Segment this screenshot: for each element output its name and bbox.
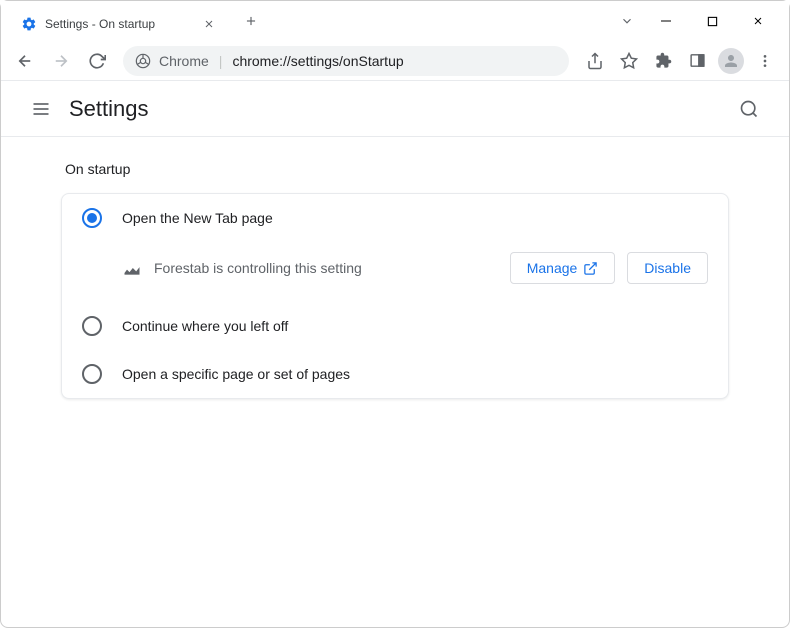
close-icon[interactable] <box>201 16 217 32</box>
browser-tab[interactable]: Settings - On startup <box>9 7 229 41</box>
search-icon[interactable] <box>729 89 769 129</box>
browser-toolbar: Chrome | chrome://settings/onStartup <box>1 41 789 81</box>
option-specific-pages[interactable]: Open a specific page or set of pages <box>62 350 728 398</box>
sidepanel-icon[interactable] <box>681 45 713 77</box>
bookmark-icon[interactable] <box>613 45 645 77</box>
minimize-button[interactable] <box>643 5 689 37</box>
radio-button[interactable] <box>82 316 102 336</box>
omnibox-separator: | <box>219 53 223 69</box>
chevron-down-icon[interactable] <box>611 14 643 28</box>
radio-button[interactable] <box>82 208 102 228</box>
omnibox-url: chrome://settings/onStartup <box>232 53 403 69</box>
extension-notice: Forestab is controlling this setting Man… <box>62 242 728 302</box>
manage-label: Manage <box>527 260 578 276</box>
radio-label: Continue where you left off <box>122 318 288 334</box>
radio-label: Open the New Tab page <box>122 210 273 226</box>
option-continue[interactable]: Continue where you left off <box>62 302 728 350</box>
radio-label: Open a specific page or set of pages <box>122 366 350 382</box>
tab-title: Settings - On startup <box>45 17 201 31</box>
omnibox-prefix: Chrome <box>159 53 209 69</box>
external-link-icon <box>583 261 598 276</box>
hamburger-icon[interactable] <box>21 89 61 129</box>
menu-dots-icon[interactable] <box>749 45 781 77</box>
chrome-icon <box>135 53 151 69</box>
new-tab-button[interactable] <box>237 7 265 35</box>
settings-content: On startup Open the New Tab page Foresta… <box>1 137 789 423</box>
settings-header: Settings <box>1 81 789 137</box>
manage-button[interactable]: Manage <box>510 252 616 284</box>
startup-options-card: Open the New Tab page Forestab is contro… <box>61 193 729 399</box>
maximize-button[interactable] <box>689 5 735 37</box>
profile-avatar[interactable] <box>715 45 747 77</box>
extensions-icon[interactable] <box>647 45 679 77</box>
section-title: On startup <box>65 161 729 177</box>
radio-button[interactable] <box>82 364 102 384</box>
reload-button[interactable] <box>81 45 113 77</box>
notice-text: Forestab is controlling this setting <box>154 260 498 276</box>
back-button[interactable] <box>9 45 41 77</box>
disable-label: Disable <box>644 260 691 276</box>
window-close-button[interactable] <box>735 5 781 37</box>
share-icon[interactable] <box>579 45 611 77</box>
window-controls <box>643 5 789 37</box>
address-bar[interactable]: Chrome | chrome://settings/onStartup <box>123 46 569 76</box>
extension-app-icon <box>122 258 142 278</box>
disable-button[interactable]: Disable <box>627 252 708 284</box>
gear-icon <box>21 16 37 32</box>
option-new-tab[interactable]: Open the New Tab page <box>62 194 728 242</box>
window-titlebar: Settings - On startup <box>1 1 789 41</box>
page-title: Settings <box>69 96 729 122</box>
forward-button[interactable] <box>45 45 77 77</box>
